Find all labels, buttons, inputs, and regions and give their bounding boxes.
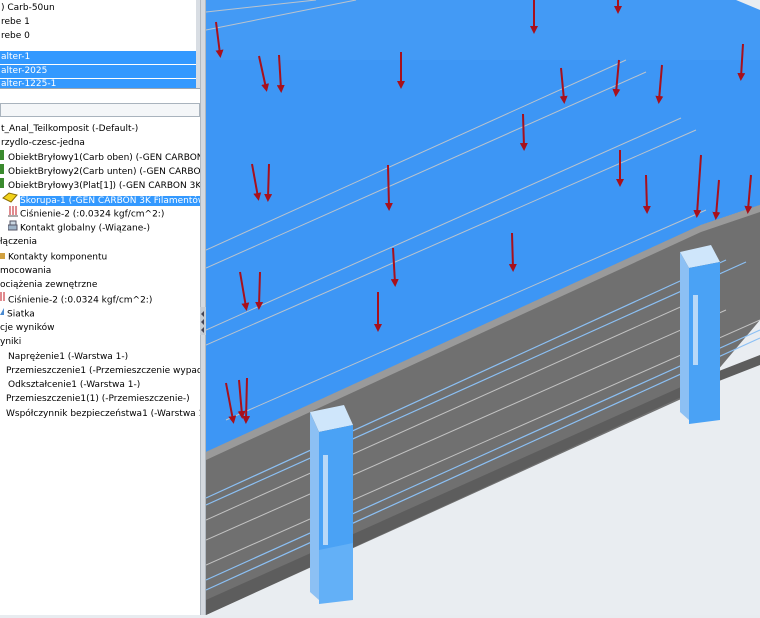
tree-item-body1-label: ObiektBryłowy1(Carb oben) (-GEN CARBON 3: [8, 153, 200, 163]
tree-item-results[interactable]: yniki: [0, 335, 21, 349]
tree-item-mesh-label: Siatka: [7, 309, 35, 320]
rib-right: [680, 245, 720, 424]
connections-icon: [0, 249, 6, 265]
rib-left: [310, 405, 353, 604]
tree-item-mesh[interactable]: Siatka: [0, 306, 35, 320]
tree-root[interactable]: t_Anal_Teilkomposit (-Default-): [1, 122, 138, 136]
tree-item-body2-label: ObiektBryłowy2(Carb unten) (-GEN CARBON …: [8, 167, 200, 177]
tree-item-component-contacts[interactable]: Kontakty komponentu: [0, 249, 107, 263]
tree-item-global-contact[interactable]: Kontakt globalny (-Wiązane-): [7, 220, 150, 236]
contact-icon: [7, 220, 18, 236]
tree-item-body3[interactable]: ObiektBryłowy3(Plat[1]) (-GEN CARBON 3K …: [0, 178, 200, 192]
graphics-viewport[interactable]: [205, 0, 760, 615]
tree-item-pressure-load[interactable]: Ciśnienie-2 (:0.0324 kgf/cm^2:): [0, 292, 152, 306]
tree-item-global-contact-label: Kontakt globalny (-Wiązane-): [20, 223, 150, 234]
configuration-list: ) Carb-50un rebe 1 rebe 0 alter-1 alter-…: [0, 0, 200, 89]
tree-item-pressure-shell[interactable]: Ciśnienie-2 (:0.0324 kgf/cm^2:): [8, 206, 164, 220]
tree-item-connections[interactable]: łączenia: [0, 235, 37, 249]
tree-item-fixtures[interactable]: mocowania: [0, 264, 51, 278]
tree-filter-bar[interactable]: [0, 103, 200, 117]
tree-part[interactable]: rzydlo-czesc-jedna: [1, 136, 85, 150]
model-render: [205, 0, 760, 615]
tree-item-body3-label: ObiektBryłowy3(Plat[1]) (-GEN CARBON 3K …: [8, 181, 200, 191]
feature-manager-panel: ) Carb-50un rebe 1 rebe 0 alter-1 alter-…: [0, 0, 200, 615]
tree-item-shell[interactable]: Skorupa-1 (-GEN CARBON 3K Filamentów): [2, 192, 200, 206]
config-item-rebe0[interactable]: rebe 0: [0, 30, 197, 43]
config-item-alter-1225[interactable]: alter-1225-1: [0, 79, 197, 88]
solid-body-icon: [0, 150, 6, 165]
tree-item-strain[interactable]: Odkształcenie1 (-Warstwa 1-): [8, 378, 140, 392]
tree-item-body2[interactable]: ObiektBryłowy2(Carb unten) (-GEN CARBON …: [0, 164, 200, 178]
tree-item-component-contacts-label: Kontakty komponentu: [8, 252, 108, 263]
config-item-alter-1[interactable]: alter-1: [0, 51, 197, 64]
tree-item-external-loads[interactable]: ociążenia zewnętrzne: [0, 278, 97, 292]
tree-item-displacement2[interactable]: Przemieszczenie1(1) (-Przemieszczenie-): [6, 392, 190, 406]
tree-item-body1[interactable]: ObiektBryłowy1(Carb oben) (-GEN CARBON 3: [0, 150, 200, 164]
mesh-icon: [0, 306, 5, 322]
solid-body-icon: [0, 178, 6, 193]
tree-item-result-options[interactable]: cje wyników: [0, 321, 55, 335]
tree-item-pressure-shell-label: Ciśnienie-2 (:0.0324 kgf/cm^2:): [20, 209, 165, 220]
config-item-alter-2025[interactable]: alter-2025: [0, 65, 197, 78]
tree-item-pressure-load-label: Ciśnienie-2 (:0.0324 kgf/cm^2:): [8, 295, 153, 306]
tree-item-factor-of-safety[interactable]: Współczynnik bezpieczeństwa1 (-Warstwa 1…: [6, 407, 200, 421]
config-item-carb[interactable]: ) Carb-50un: [0, 2, 197, 15]
solid-body-icon: [0, 164, 6, 179]
tree-item-shell-label: Skorupa-1 (-GEN CARBON 3K Filamentów): [20, 195, 200, 206]
tree-item-stress[interactable]: Naprężenie1 (-Warstwa 1-): [8, 350, 128, 364]
tree-item-displacement[interactable]: Przemieszczenie1 (-Przemieszczenie wypad…: [6, 364, 200, 378]
config-item-rebe1[interactable]: rebe 1: [0, 16, 197, 29]
